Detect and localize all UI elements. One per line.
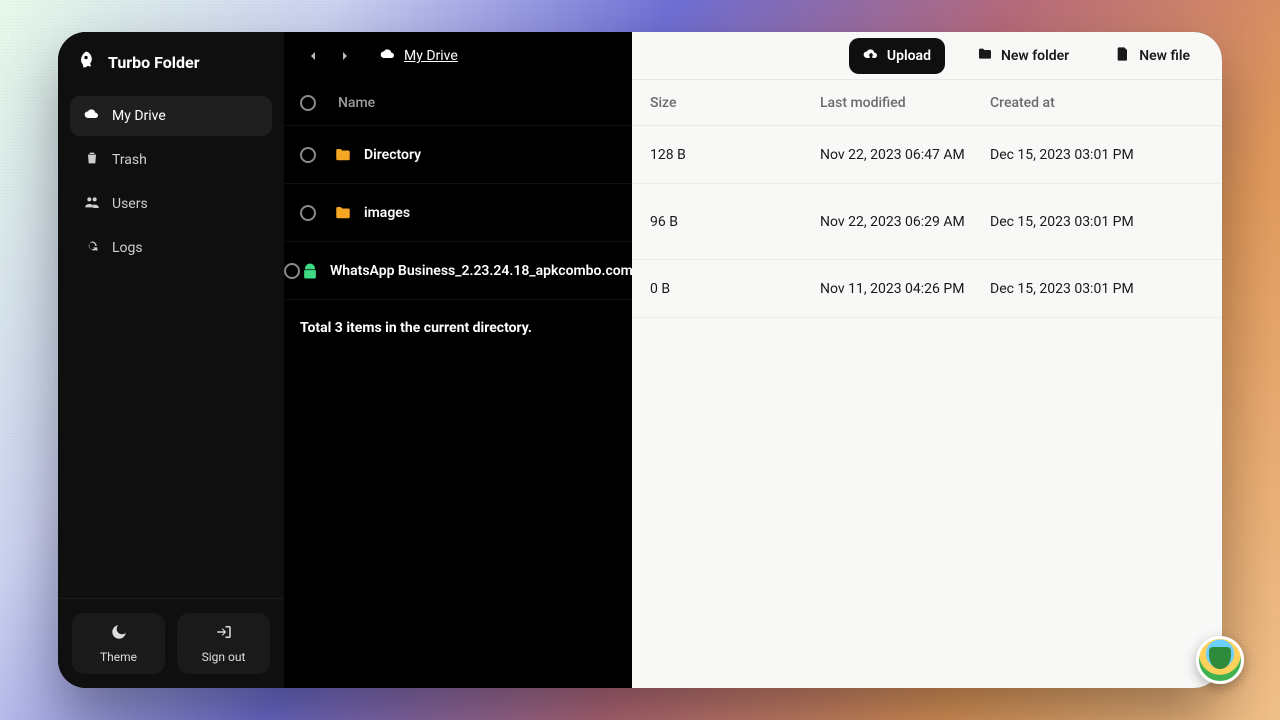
header-name[interactable]: Name [332, 95, 375, 111]
main-content: My Drive Name Directory images [284, 32, 1222, 688]
table-header-white: Size Last modified Created at [632, 80, 1222, 126]
dark-panel: My Drive Name Directory images [284, 32, 632, 688]
new-file-icon [1115, 46, 1131, 66]
table-row[interactable]: 128 B Nov 22, 2023 06:47 AM Dec 15, 2023… [632, 126, 1222, 184]
android-icon [300, 260, 320, 282]
table-row[interactable]: images [284, 184, 632, 242]
table-row[interactable]: 96 B Nov 22, 2023 06:29 AM Dec 15, 2023 … [632, 184, 1222, 260]
cloud-icon [84, 106, 100, 126]
white-panel: Upload New folder New file Size Last mod… [632, 32, 1222, 688]
app-window: Turbo Folder My Drive Trash Users Logs [58, 32, 1222, 688]
sidebar-nav: My Drive Trash Users Logs [58, 88, 284, 276]
sidebar-item-label: Users [112, 196, 148, 212]
new-file-button[interactable]: New file [1101, 38, 1204, 74]
refresh-icon [84, 238, 100, 258]
cell-modified: Nov 22, 2023 06:47 AM [820, 147, 990, 163]
dark-topbar: My Drive [284, 32, 632, 80]
cell-created: Dec 15, 2023 03:01 PM [990, 281, 1160, 297]
signout-icon [215, 623, 233, 644]
breadcrumb[interactable]: My Drive [380, 46, 458, 66]
app-brand: Turbo Folder [58, 32, 284, 88]
header-size[interactable]: Size [650, 95, 820, 111]
row-name: Directory [364, 147, 421, 163]
cell-size: 128 B [650, 147, 820, 163]
signout-button[interactable]: Sign out [177, 613, 270, 674]
users-icon [84, 194, 100, 214]
cell-modified: Nov 22, 2023 06:29 AM [820, 214, 990, 230]
signout-label: Sign out [202, 650, 246, 664]
folder-icon [332, 144, 354, 166]
theme-button[interactable]: Theme [72, 613, 165, 674]
folder-icon [332, 202, 354, 224]
white-topbar: Upload New folder New file [632, 32, 1222, 80]
sidebar-item-my-drive[interactable]: My Drive [70, 96, 272, 136]
avatar[interactable] [1196, 636, 1244, 684]
theme-label: Theme [100, 650, 137, 664]
header-created[interactable]: Created at [990, 95, 1160, 111]
trash-icon [84, 150, 100, 170]
row-checkbox[interactable] [284, 263, 300, 279]
upload-label: Upload [887, 48, 931, 64]
table-header-dark: Name [284, 80, 632, 126]
table-row[interactable]: Directory [284, 126, 632, 184]
row-name: WhatsApp Business_2.23.24.18_apkcombo.co… [330, 263, 660, 279]
table-row[interactable]: 0 B Nov 11, 2023 04:26 PM Dec 15, 2023 0… [632, 260, 1222, 318]
nav-forward-button[interactable] [334, 45, 356, 67]
rocket-icon [76, 50, 96, 74]
cloud-icon [380, 46, 396, 66]
cell-size: 96 B [650, 214, 820, 230]
new-folder-button[interactable]: New folder [963, 38, 1083, 74]
table-footer: Total 3 items in the current directory. [284, 300, 632, 356]
header-modified[interactable]: Last modified [820, 95, 990, 111]
row-checkbox[interactable] [300, 205, 316, 221]
sidebar-footer: Theme Sign out [58, 598, 284, 688]
new-file-label: New file [1139, 48, 1190, 64]
cell-modified: Nov 11, 2023 04:26 PM [820, 281, 990, 297]
upload-icon [863, 46, 879, 66]
cell-size: 0 B [650, 281, 820, 297]
nav-back-button[interactable] [302, 45, 324, 67]
table-row[interactable]: WhatsApp Business_2.23.24.18_apkcombo.co… [284, 242, 632, 300]
sidebar-item-trash[interactable]: Trash [70, 140, 272, 180]
sidebar: Turbo Folder My Drive Trash Users Logs [58, 32, 284, 688]
new-folder-label: New folder [1001, 48, 1069, 64]
select-all-checkbox[interactable] [300, 95, 316, 111]
row-name: images [364, 205, 410, 221]
upload-button[interactable]: Upload [849, 38, 945, 74]
cell-created: Dec 15, 2023 03:01 PM [990, 147, 1160, 163]
app-title: Turbo Folder [108, 53, 200, 72]
sidebar-item-label: My Drive [112, 108, 166, 124]
moon-icon [110, 623, 128, 644]
breadcrumb-label: My Drive [404, 48, 458, 64]
row-checkbox[interactable] [300, 147, 316, 163]
cell-created: Dec 15, 2023 03:01 PM [990, 214, 1160, 230]
sidebar-item-label: Trash [112, 152, 147, 168]
sidebar-item-logs[interactable]: Logs [70, 228, 272, 268]
sidebar-item-users[interactable]: Users [70, 184, 272, 224]
new-folder-icon [977, 46, 993, 66]
sidebar-item-label: Logs [112, 240, 143, 256]
